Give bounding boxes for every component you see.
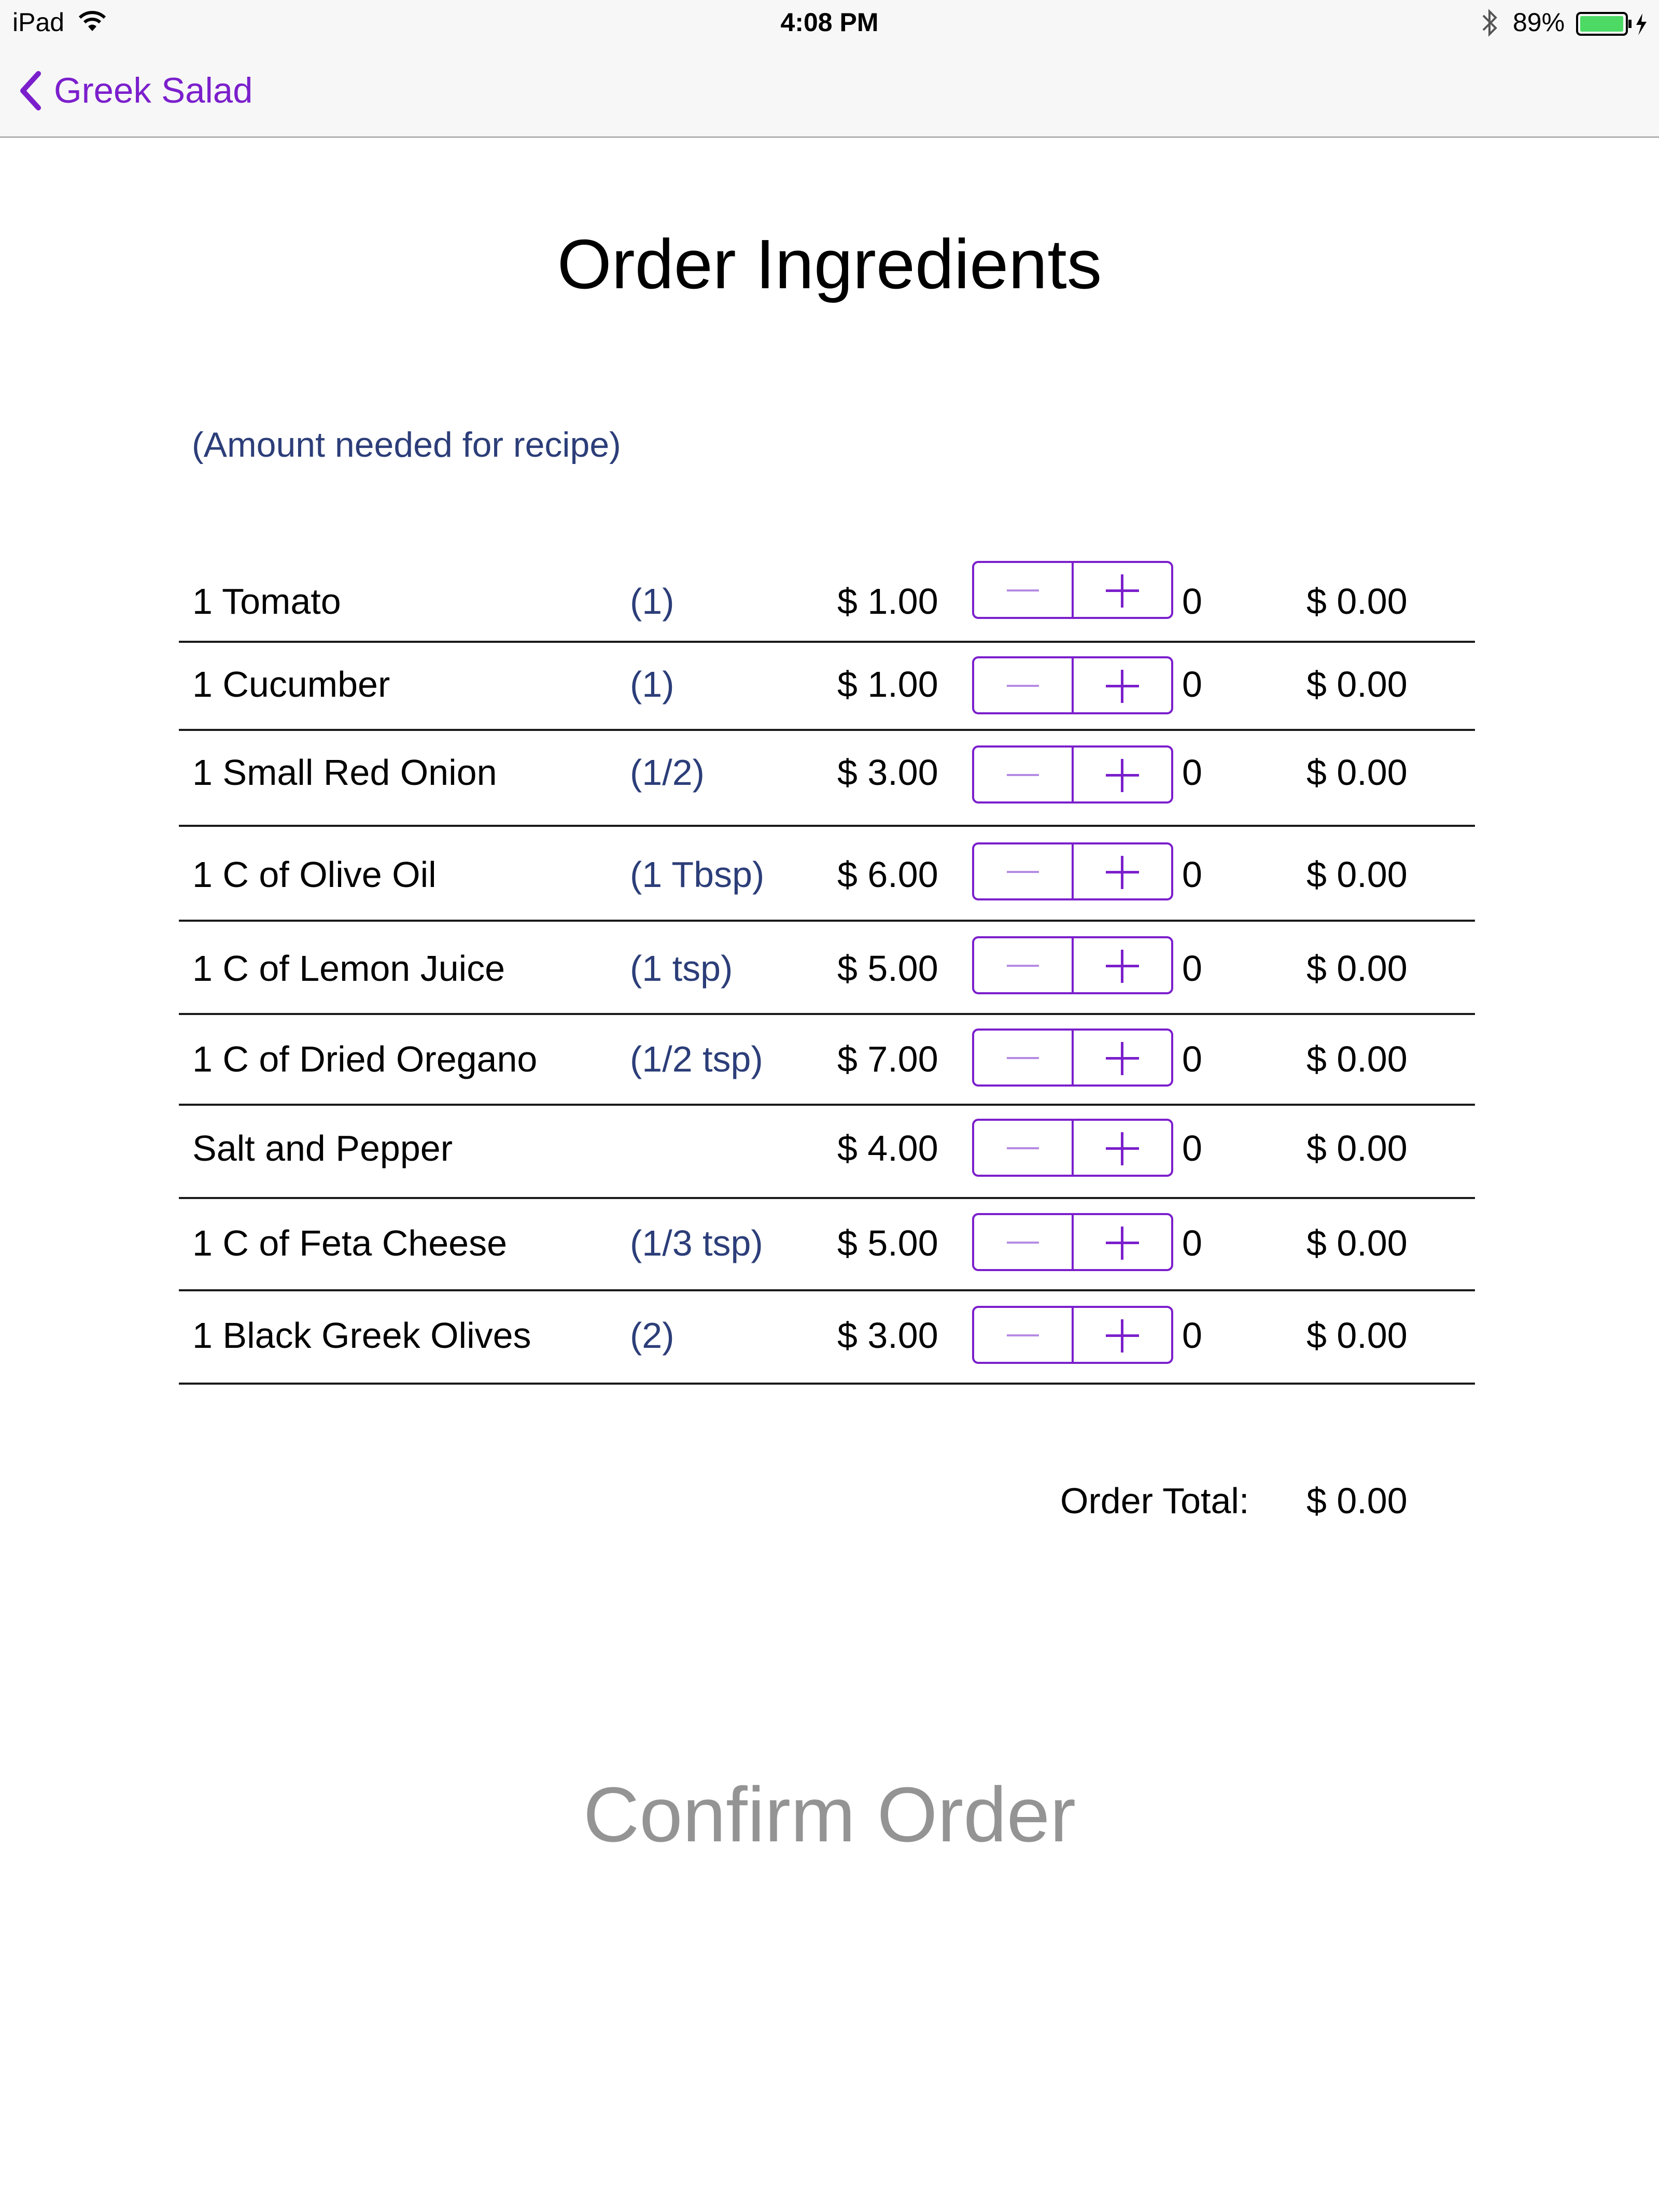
- order-total-value: $ 0.00: [1306, 1481, 1408, 1521]
- ingredient-line-total: $ 0.00: [1306, 1128, 1408, 1168]
- increment-button[interactable]: [1074, 1308, 1171, 1362]
- ingredient-amount: (1/2): [630, 752, 705, 793]
- ingredient-name: 1 C of Olive Oil: [192, 854, 437, 895]
- minus-icon: [1007, 1057, 1039, 1059]
- quantity-stepper: [972, 561, 1173, 619]
- increment-button[interactable]: [1074, 658, 1171, 712]
- ingredient-amount: (1): [630, 664, 674, 705]
- increment-button[interactable]: [1074, 844, 1171, 898]
- amount-note: (Amount needed for recipe): [192, 425, 621, 464]
- minus-icon: [1007, 774, 1039, 776]
- ingredient-quantity: 0: [1182, 948, 1202, 989]
- ingredient-quantity: 0: [1182, 1039, 1202, 1079]
- increment-button[interactable]: [1074, 938, 1171, 992]
- increment-button[interactable]: [1074, 1121, 1171, 1175]
- ingredient-name: 1 C of Lemon Juice: [192, 948, 505, 989]
- quantity-stepper: [972, 936, 1173, 994]
- ingredient-line-total: $ 0.00: [1306, 752, 1408, 793]
- ingredient-line-total: $ 0.00: [1306, 1315, 1408, 1356]
- decrement-button[interactable]: [974, 1121, 1074, 1175]
- ingredient-quantity: 0: [1182, 752, 1202, 793]
- ingredient-amount: (1/2 tsp): [630, 1039, 763, 1079]
- ingredient-quantity: 0: [1182, 854, 1202, 895]
- ingredient-quantity: 0: [1182, 1315, 1202, 1356]
- clock: 4:08 PM: [780, 8, 879, 37]
- ingredient-amount: (2): [630, 1315, 674, 1356]
- quantity-stepper: [972, 745, 1173, 804]
- order-total-label: Order Total:: [1060, 1481, 1249, 1521]
- quantity-stepper: [972, 842, 1173, 900]
- quantity-stepper: [972, 1119, 1173, 1177]
- ingredient-amount: (1 tsp): [630, 948, 733, 989]
- minus-icon: [1007, 965, 1039, 967]
- navigation-bar: Greek Salad: [0, 47, 1659, 138]
- quantity-stepper: [972, 656, 1173, 714]
- minus-icon: [1007, 1242, 1039, 1244]
- bluetooth-icon: [1482, 9, 1497, 37]
- ingredient-row: 1 Cucumber (1) $ 1.00 0 $ 0.00: [179, 643, 1475, 731]
- increment-button[interactable]: [1074, 1215, 1171, 1269]
- ingredient-row: 1 C of Feta Cheese (1/3 tsp) $ 5.00 0 $ …: [179, 1199, 1475, 1291]
- confirm-order-button[interactable]: Confirm Order: [0, 1763, 1659, 1866]
- ingredient-row: 1 Small Red Onion (1/2) $ 3.00 0 $ 0.00: [179, 731, 1475, 827]
- increment-button[interactable]: [1074, 748, 1171, 801]
- ingredient-name: 1 Cucumber: [192, 664, 390, 705]
- back-button[interactable]: Greek Salad: [15, 67, 253, 114]
- decrement-button[interactable]: [974, 938, 1074, 992]
- ingredient-amount: (1): [630, 581, 674, 622]
- minus-icon: [1007, 1334, 1039, 1336]
- ingredient-quantity: 0: [1182, 1128, 1202, 1168]
- decrement-button[interactable]: [974, 1308, 1074, 1362]
- back-button-label: Greek Salad: [54, 71, 253, 110]
- minus-icon: [1007, 685, 1039, 687]
- ingredient-row: 1 Black Greek Olives (2) $ 3.00 0 $ 0.00: [179, 1291, 1475, 1385]
- ingredient-quantity: 0: [1182, 1223, 1202, 1263]
- minus-icon: [1007, 589, 1039, 591]
- ingredient-row: 1 Tomato (1) $ 1.00 0 $ 0.00: [179, 550, 1475, 643]
- increment-button[interactable]: [1074, 1031, 1171, 1084]
- ingredient-row: 1 C of Lemon Juice (1 tsp) $ 5.00 0 $ 0.…: [179, 922, 1475, 1015]
- ingredient-name: 1 Tomato: [192, 581, 341, 622]
- ingredient-line-total: $ 0.00: [1306, 1039, 1408, 1079]
- decrement-button[interactable]: [974, 844, 1074, 898]
- chevron-left-icon: [20, 71, 41, 110]
- battery-percent: 89%: [1513, 8, 1565, 37]
- ingredient-quantity: 0: [1182, 664, 1202, 705]
- ingredient-line-total: $ 0.00: [1306, 581, 1408, 622]
- ingredient-name: Salt and Pepper: [192, 1128, 453, 1168]
- ingredient-line-total: $ 0.00: [1306, 948, 1408, 989]
- ingredient-row: Salt and Pepper $ 4.00 0 $ 0.00: [179, 1106, 1475, 1199]
- increment-button[interactable]: [1074, 563, 1171, 617]
- decrement-button[interactable]: [974, 748, 1074, 801]
- ingredient-row: 1 C of Dried Oregano (1/2 tsp) $ 7.00 0 …: [179, 1015, 1475, 1106]
- decrement-button[interactable]: [974, 658, 1074, 712]
- ingredient-name: 1 C of Feta Cheese: [192, 1223, 507, 1263]
- ingredient-amount: (1 Tbsp): [630, 854, 765, 895]
- decrement-button[interactable]: [974, 1215, 1074, 1269]
- decrement-button[interactable]: [974, 563, 1074, 617]
- ingredient-name: 1 Small Red Onion: [192, 752, 497, 793]
- ingredient-name: 1 Black Greek Olives: [192, 1315, 531, 1356]
- ingredient-amount: (1/3 tsp): [630, 1223, 763, 1263]
- quantity-stepper: [972, 1028, 1173, 1087]
- minus-icon: [1007, 871, 1039, 873]
- ingredient-line-total: $ 0.00: [1306, 1223, 1408, 1263]
- ingredient-quantity: 0: [1182, 581, 1202, 622]
- page-title: Order Ingredients: [557, 225, 1102, 303]
- decrement-button[interactable]: [974, 1031, 1074, 1084]
- ingredient-line-total: $ 0.00: [1306, 664, 1408, 705]
- ingredient-name: 1 C of Dried Oregano: [192, 1039, 538, 1079]
- ingredient-row: 1 C of Olive Oil (1 Tbsp) $ 6.00 0 $ 0.0…: [179, 827, 1475, 922]
- status-bar: iPad 4:08 PM 89%: [0, 0, 1659, 47]
- quantity-stepper: [972, 1306, 1173, 1364]
- ingredient-line-total: $ 0.00: [1306, 854, 1408, 895]
- quantity-stepper: [972, 1213, 1173, 1271]
- battery-charging-icon: [1576, 12, 1647, 36]
- minus-icon: [1007, 1147, 1039, 1149]
- row-divider: [179, 1383, 1475, 1385]
